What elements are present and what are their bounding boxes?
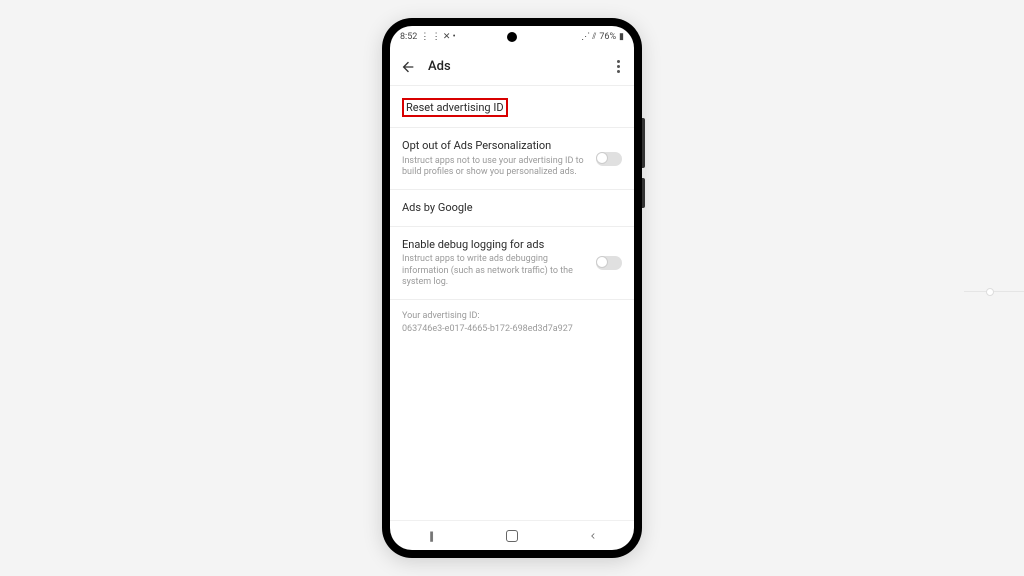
back-button[interactable] (400, 59, 416, 75)
phone-frame: 8:52 ⋮ ⋮ ✕ • ⋰ ⫽ 76% ▮ Ads R (382, 18, 642, 558)
debug-logging-title: Enable debug logging for ads (402, 237, 588, 252)
app-bar: Ads (390, 48, 634, 86)
reset-advertising-id-label: Reset advertising ID (402, 98, 508, 117)
status-signal-icon: ⋰ ⫽ (581, 32, 596, 42)
opt-out-toggle[interactable] (596, 152, 622, 166)
power-button (642, 178, 645, 208)
front-camera (507, 32, 517, 42)
recents-icon: ||| (429, 529, 432, 543)
phone-screen: 8:52 ⋮ ⋮ ✕ • ⋰ ⫽ 76% ▮ Ads R (390, 26, 634, 550)
opt-out-ads-row[interactable]: Opt out of Ads Personalization Instruct … (390, 128, 634, 190)
status-time: 8:52 (400, 32, 417, 42)
nav-home-button[interactable] (492, 530, 532, 542)
advertising-id-value: 063746e3-e017-4665-b172-698ed3d7a927 (402, 323, 622, 336)
dot-icon (617, 70, 620, 73)
nav-recents-button[interactable]: ||| (411, 529, 451, 543)
chevron-left-icon (588, 531, 598, 541)
nav-back-button[interactable] (573, 531, 613, 541)
settings-list: Reset advertising ID Opt out of Ads Pers… (390, 86, 634, 520)
home-icon (506, 530, 518, 542)
ads-by-google-label: Ads by Google (402, 200, 622, 215)
ads-by-google-row[interactable]: Ads by Google (390, 190, 634, 226)
status-battery-icon: ▮ (619, 32, 624, 42)
page-title: Ads (428, 59, 613, 74)
debug-logging-subtitle: Instruct apps to write ads debugging inf… (402, 254, 588, 289)
reset-advertising-id-row[interactable]: Reset advertising ID (390, 86, 634, 128)
dot-icon (617, 60, 620, 63)
advertising-id-label: Your advertising ID: (402, 310, 622, 323)
navigation-bar: ||| (390, 520, 634, 550)
toggle-knob (596, 152, 608, 164)
carousel-track (964, 291, 1024, 292)
arrow-left-icon (400, 59, 416, 75)
carousel-dot[interactable] (986, 288, 994, 296)
toggle-knob (596, 256, 608, 268)
opt-out-ads-subtitle: Instruct apps not to use your advertisin… (402, 156, 588, 179)
advertising-id-block: Your advertising ID: 063746e3-e017-4665-… (390, 300, 634, 345)
volume-button (642, 118, 645, 168)
dot-icon (617, 65, 620, 68)
status-left-icons: ⋮ ⋮ ✕ • (420, 32, 455, 42)
debug-logging-toggle[interactable] (596, 256, 622, 270)
overflow-menu-button[interactable] (613, 56, 624, 77)
opt-out-ads-title: Opt out of Ads Personalization (402, 138, 588, 153)
status-battery-text: 76% (599, 32, 616, 42)
debug-logging-row[interactable]: Enable debug logging for ads Instruct ap… (390, 227, 634, 300)
